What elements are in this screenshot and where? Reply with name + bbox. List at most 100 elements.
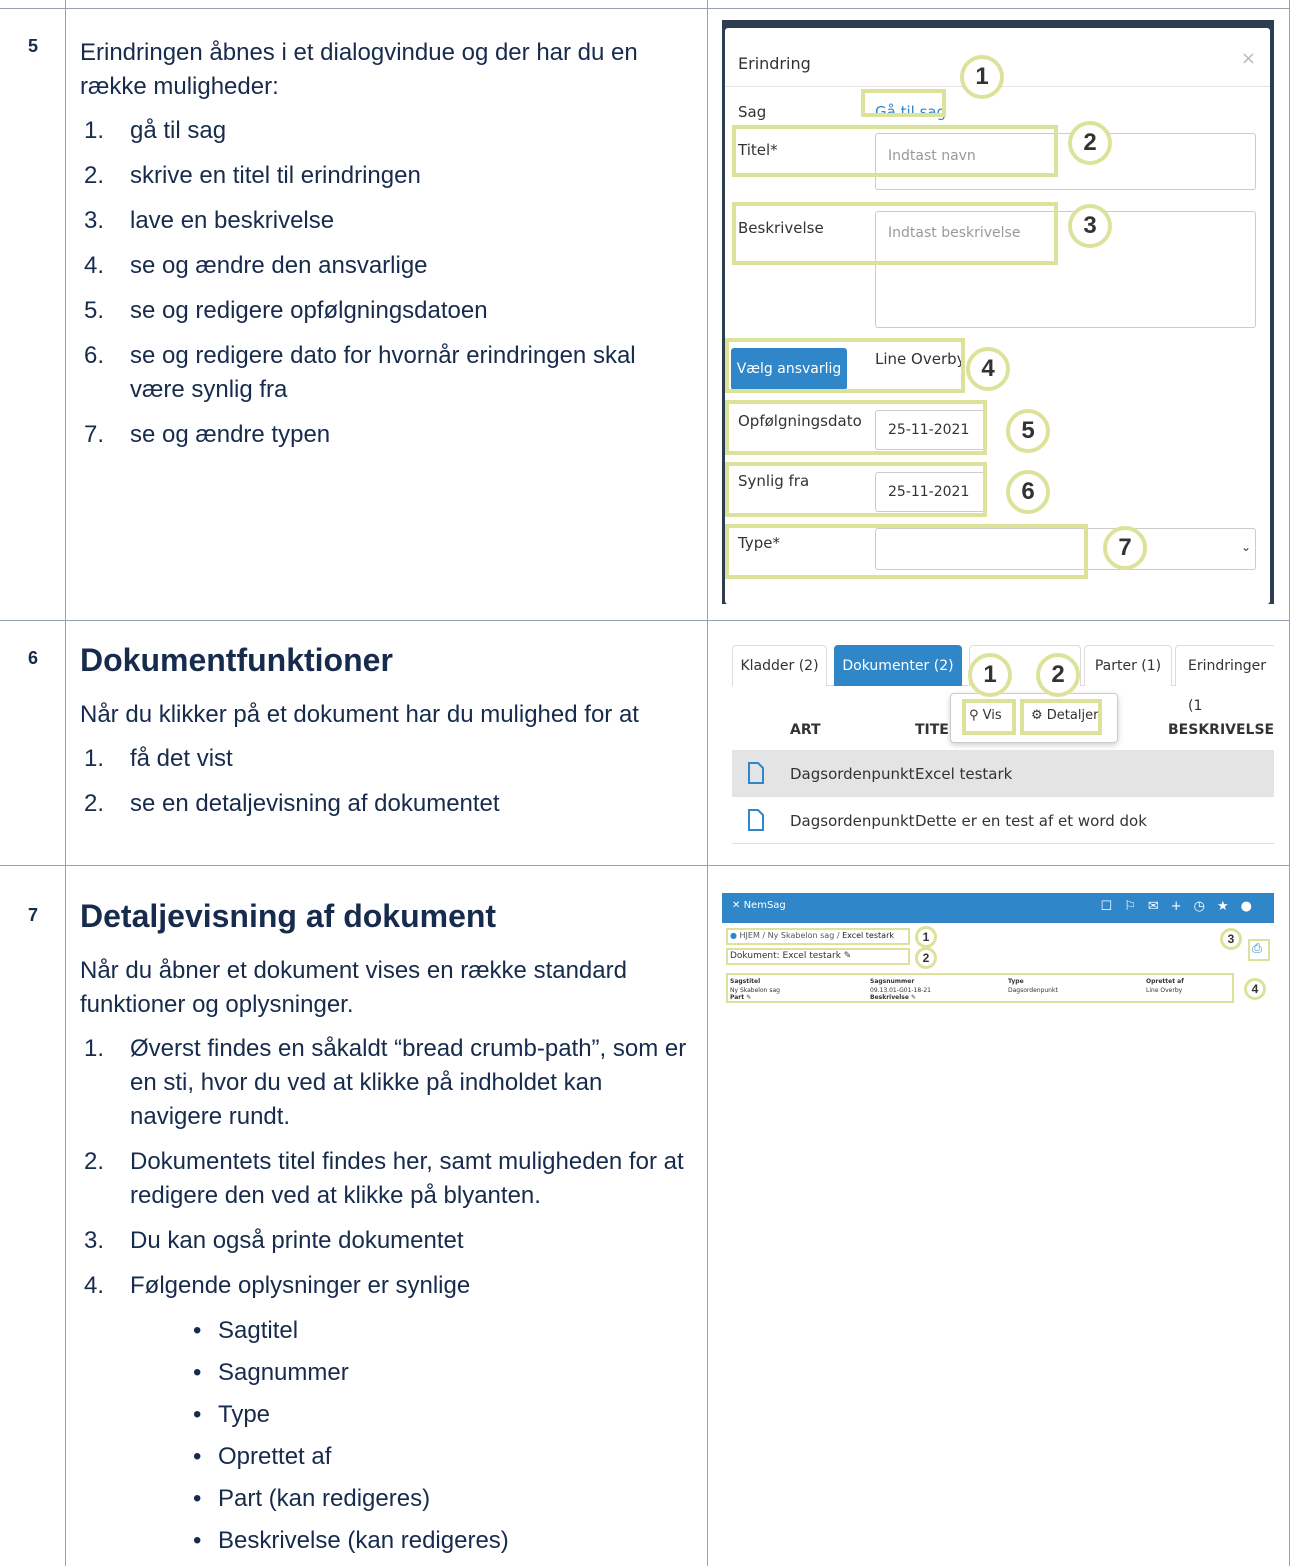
list-item: 4. se og ændre den ansvarlige xyxy=(80,249,690,283)
list-item: 3. lave en beskrivelse xyxy=(80,204,690,238)
list-text: Øverst findes en såkaldt “bread crumb-pa… xyxy=(130,1035,687,1130)
row-titel: Excel testark xyxy=(915,765,1013,783)
bullet-icon: • xyxy=(193,1359,202,1386)
marker-2: 2 xyxy=(1068,121,1112,165)
highlight-box xyxy=(726,973,1234,1003)
list-text: se og ændre typen xyxy=(130,421,331,448)
sag-label: Sag xyxy=(738,103,767,121)
list-item: 1. gå til sag xyxy=(80,114,690,148)
documents-screenshot: Kladder (2) Dokumenter (2) alar Parter (… xyxy=(722,633,1274,853)
app-brand[interactable]: ✕ NemSag xyxy=(732,900,786,911)
list-number: 1. xyxy=(84,745,105,772)
tab-dokumenter[interactable]: Dokumenter (2) xyxy=(834,645,962,686)
highlight-box xyxy=(1248,939,1270,961)
highlight-box xyxy=(732,202,1058,265)
row-titel: Dette er en test af et word dok xyxy=(915,812,1147,830)
list-text: skrive en titel til erindringen xyxy=(130,162,421,189)
table-row[interactable]: Dagsordenpunkt Excel testark xyxy=(732,750,1274,797)
highlight-box xyxy=(725,338,965,393)
list-item: 5. se og redigere opfølgningsdatoen xyxy=(80,294,690,328)
list-text: Du kan også printe dokumentet xyxy=(130,1227,464,1254)
bullet-icon: • xyxy=(193,1527,202,1554)
step-intro: Når du klikker på et dokument har du mul… xyxy=(80,701,639,728)
dialog-screenshot: Erindring × Sag Gå til sag Titel* Indtas… xyxy=(722,20,1274,604)
marker-1: 1 xyxy=(960,55,1004,99)
star-icon[interactable]: ★ xyxy=(1217,899,1241,914)
chevron-down-icon: ⌄ xyxy=(1241,540,1252,554)
list-item: 2. se en detaljevisning af dokumentet xyxy=(80,787,690,821)
highlight-box xyxy=(732,125,1058,177)
step-list: 1. gå til sag 2. skrive en titel til erind… xyxy=(80,114,690,452)
flag-icon[interactable]: ⚐ xyxy=(1124,899,1148,914)
document-detail-screenshot: ✕ NemSag ☐⚐✉+◷★● ● HJEM / Ny Skabelon sa… xyxy=(722,893,1274,1003)
logo-icon: ✕ xyxy=(732,900,741,911)
column-divider xyxy=(707,0,708,1566)
step-number: 5 xyxy=(27,36,38,56)
brand-label: NemSag xyxy=(743,900,786,911)
list-number: 2. xyxy=(84,1148,105,1175)
tab-kladder[interactable]: Kladder (2) xyxy=(732,645,827,686)
column-header-beskrivelse: BESKRIVELSE xyxy=(1168,722,1274,738)
list-item: 2. Dokumentets titel findes her, samt mul… xyxy=(80,1145,690,1213)
marker-7: 7 xyxy=(1103,526,1147,570)
step-intro: Erindringen åbnes i et dialogvindue og d… xyxy=(80,39,638,100)
highlight-box xyxy=(962,699,1016,735)
highlight-box xyxy=(726,948,910,965)
tab-erindringer[interactable]: Erindringer (1 xyxy=(1175,645,1274,714)
header-icons: ☐⚐✉+◷★● xyxy=(1101,899,1264,914)
list-text: gå til sag xyxy=(130,117,227,144)
bullet-item: • Oprettet af xyxy=(188,1440,690,1474)
list-number: 1. xyxy=(84,1035,105,1062)
highlight-box xyxy=(725,524,1088,579)
mail-icon[interactable]: ✉ xyxy=(1148,899,1171,914)
tab-parter[interactable]: Parter (1) xyxy=(1084,645,1172,686)
table-row[interactable]: Dagsordenpunkt Dette er en test af et wo… xyxy=(732,797,1274,844)
bullet-item: • Sagtitel xyxy=(188,1314,690,1348)
list-item: 7. se og ændre typen xyxy=(80,418,690,452)
bullet-text: Part (kan redigeres) xyxy=(218,1485,431,1512)
list-text: lave en beskrivelse xyxy=(130,207,335,234)
row-divider xyxy=(0,620,1290,621)
list-number: 7. xyxy=(84,421,105,448)
document-icon xyxy=(748,809,764,831)
app-header: ✕ NemSag ☐⚐✉+◷★● xyxy=(722,893,1274,923)
row-art: Dagsordenpunkt xyxy=(790,812,915,830)
list-text: se en detaljevisning af dokumentet xyxy=(130,790,500,817)
list-number: 3. xyxy=(84,207,105,234)
bullet-text: Type xyxy=(218,1401,271,1428)
marker-4: 4 xyxy=(966,347,1010,391)
step-number: 7 xyxy=(27,905,38,925)
list-number: 2. xyxy=(84,790,105,817)
clock-icon[interactable]: ◷ xyxy=(1194,899,1217,914)
dialog-title: Erindring xyxy=(738,54,811,73)
document-icon xyxy=(748,762,764,784)
plus-icon[interactable]: + xyxy=(1171,899,1194,914)
dialog-window: Erindring × Sag Gå til sag Titel* Indtas… xyxy=(725,28,1270,604)
highlight-box xyxy=(726,928,910,945)
list-text: se og ændre den ansvarlige xyxy=(130,252,428,279)
row-divider xyxy=(0,865,1290,866)
close-icon[interactable]: × xyxy=(1241,48,1256,69)
list-text: få det vist xyxy=(130,745,233,772)
column-header-art: ART xyxy=(790,722,821,738)
step-list: 1. Øverst findes en såkaldt “bread crumb-… xyxy=(80,1032,690,1303)
list-text: Følgende oplysninger er synlige xyxy=(130,1272,471,1299)
section-heading: Dokumentfunktioner xyxy=(80,642,393,678)
marker-6: 6 xyxy=(1006,470,1050,514)
step-number: 6 xyxy=(27,648,38,668)
marker-1: 1 xyxy=(968,653,1012,697)
bullet-item: • Part (kan redigeres) xyxy=(188,1482,690,1516)
marker-4: 4 xyxy=(1244,978,1266,1000)
user-icon[interactable]: ● xyxy=(1241,899,1264,914)
highlight-box xyxy=(725,400,987,455)
marker-1: 1 xyxy=(915,926,937,948)
edit-icon[interactable]: ☐ xyxy=(1101,899,1125,914)
list-number: 4. xyxy=(84,252,105,279)
marker-3: 3 xyxy=(1068,204,1112,248)
bullet-text: Beskrivelse (kan redigeres) xyxy=(218,1527,509,1554)
list-number: 5. xyxy=(84,297,105,324)
marker-5: 5 xyxy=(1006,409,1050,453)
list-item: 6. se og redigere dato for hvornår erindr… xyxy=(80,339,690,407)
bullet-list: • Sagtitel • Sagnummer • Type • Oprettet af … xyxy=(188,1314,690,1558)
bullet-text: Sagtitel xyxy=(218,1317,299,1344)
